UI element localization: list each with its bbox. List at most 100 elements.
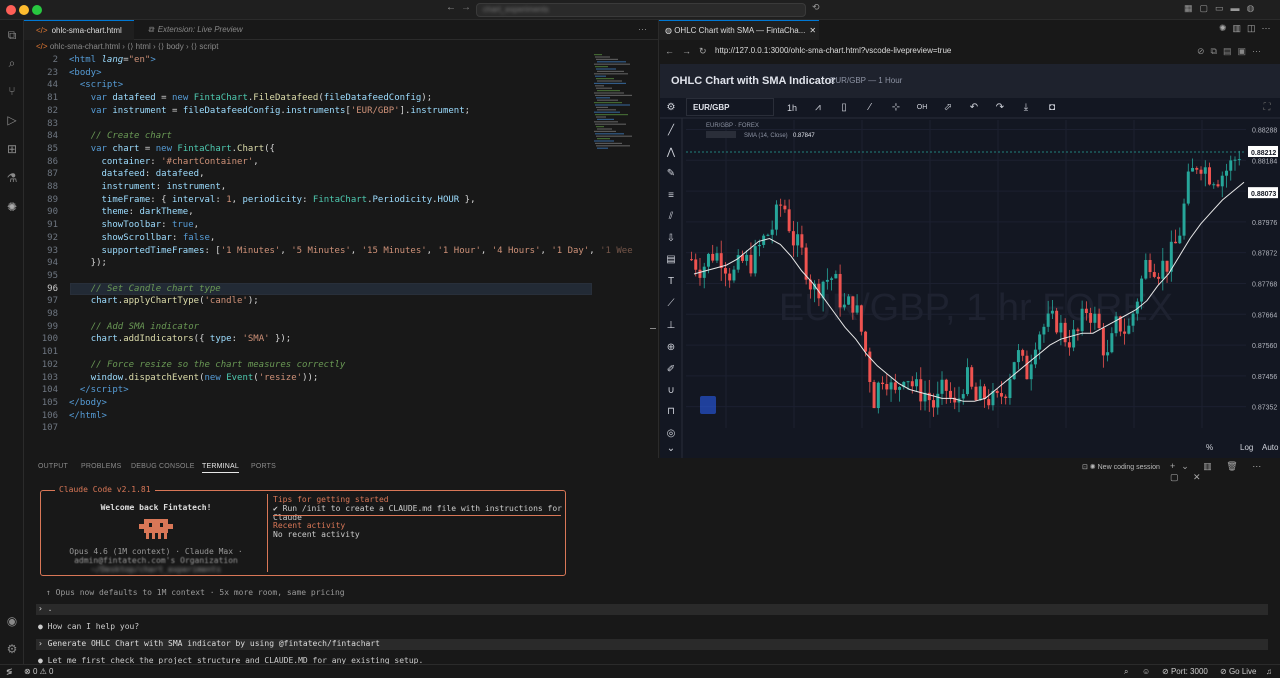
minimize-window-button[interactable]: [19, 5, 29, 15]
candle-body: [1123, 331, 1127, 334]
code-editor[interactable]: 2 23 44 81 82 83 84 85 86 87 88 89 90 91 92 93 94 95 96 97 9…: [24, 54, 658, 454]
tab-ports[interactable]: PORTS: [251, 463, 276, 470]
close-window-button[interactable]: [6, 5, 16, 15]
symbol-search[interactable]: EUR/GBP: [686, 98, 774, 116]
code-line: window.dispatchEvent(new Event('resize')…: [90, 372, 319, 383]
scale-button-auto[interactable]: Auto: [1262, 443, 1279, 452]
terminal[interactable]: Claude Code v2.1.81 Welcome back Fintate…: [24, 476, 1280, 665]
zoom-window-button[interactable]: [32, 5, 42, 15]
candle-body: [1084, 308, 1088, 314]
source-control-icon[interactable]: ⑂: [5, 84, 19, 98]
notifications-icon[interactable]: ♫: [1266, 667, 1272, 676]
note-icon[interactable]: ▤: [664, 253, 678, 267]
lock-icon[interactable]: ⊓: [664, 405, 678, 419]
minimap[interactable]: [592, 54, 640, 154]
candlestick-chart[interactable]: EUR/GBP, 1 hr FOREX 0.88288 0.88184 0.87976…: [660, 98, 1280, 458]
explorer-icon[interactable]: ⧉: [5, 28, 19, 42]
go-live-button[interactable]: ⊘ Go Live: [1220, 667, 1257, 676]
layout-controls[interactable]: ▦▢▭▬◍: [1184, 3, 1276, 15]
hide-icon[interactable]: ◎: [664, 427, 678, 441]
settings-gear-icon[interactable]: ⚙: [5, 642, 19, 656]
breadcrumb-file[interactable]: ohlc-sma-chart.html: [50, 42, 120, 51]
tab-problems[interactable]: PROBLEMS: [81, 463, 122, 470]
trendline-icon[interactable]: ╱: [664, 124, 678, 138]
more-actions-icon[interactable]: ⋯: [638, 24, 647, 35]
preview-tab-actions[interactable]: ✺▥◫⋯: [1219, 23, 1277, 34]
measure-icon[interactable]: ⊥: [664, 319, 678, 333]
breadcrumb-script[interactable]: script: [199, 42, 218, 51]
y-axis-label: 0.87352: [1252, 405, 1277, 412]
breadcrumb-html[interactable]: html: [136, 42, 151, 51]
recent-title: Recent activity: [273, 521, 346, 530]
cursor-icon[interactable]: ⬀: [941, 101, 955, 115]
breadcrumb-body[interactable]: body: [166, 42, 183, 51]
nav-buttons[interactable]: ←→↻: [665, 46, 715, 57]
candle-body: [1237, 159, 1241, 161]
candle-body: [1203, 167, 1207, 174]
camera-icon[interactable]: ◘: [1045, 101, 1059, 115]
y-axis-label: 0.87976: [1252, 220, 1277, 227]
copilot-icon[interactable]: ⟲: [812, 2, 820, 13]
undo-icon[interactable]: ↶: [967, 101, 981, 115]
tab-terminal[interactable]: TERMINAL: [202, 463, 239, 473]
extension-icon: ⧉: [148, 25, 154, 34]
claude-icon[interactable]: ✺: [5, 200, 19, 214]
close-tab-icon[interactable]: ✕: [809, 26, 816, 35]
candle-body: [1174, 241, 1178, 244]
code-line: </html>: [69, 410, 107, 421]
chart-type-icon[interactable]: ⩘: [811, 101, 825, 115]
scale-button-percent[interactable]: %: [1206, 443, 1213, 452]
tab-live-preview[interactable]: ◍ OHLC Chart with SMA — FintaCha... ✕: [659, 20, 819, 40]
line-number: 105: [41, 397, 58, 408]
candle-body: [1114, 316, 1118, 334]
search-icon[interactable]: ⌕: [5, 56, 19, 70]
zoom-in-icon[interactable]: ⊕: [664, 341, 678, 355]
candle-body: [982, 386, 986, 400]
ohlc-icon[interactable]: OH: [915, 101, 929, 115]
new-session-button[interactable]: ⊡ ✺ New coding session: [1082, 463, 1160, 471]
save-icon[interactable]: ⤓: [1019, 101, 1033, 115]
brush-icon[interactable]: ✎: [664, 167, 678, 181]
chevron-down-icon[interactable]: ⌄: [664, 442, 678, 456]
account-icon[interactable]: ◉: [5, 614, 19, 628]
extensions-icon[interactable]: ⊞: [5, 142, 19, 156]
problems-indicator[interactable]: ⊗ 0 ⚠ 0: [24, 667, 53, 676]
line-number: 103: [41, 372, 58, 383]
copilot-status-icon[interactable]: ☺: [1142, 667, 1150, 676]
globe-icon: ◍: [665, 26, 675, 35]
warning-count: 0: [49, 667, 54, 676]
address-bar[interactable]: http://127.0.0.1:3000/ohlc-sma-chart.htm…: [715, 44, 1195, 58]
port-status[interactable]: ⊘ Port: 3000: [1162, 667, 1208, 676]
address-actions[interactable]: ⊘⧉▤▣⋯: [1197, 46, 1267, 57]
forward-arrow-icon[interactable]: →: [461, 2, 471, 13]
line-number: 98: [47, 309, 58, 319]
text-icon[interactable]: T: [664, 275, 678, 289]
zoom-status-icon[interactable]: ⌕: [1124, 667, 1128, 677]
remote-icon[interactable]: ≶: [6, 667, 13, 676]
run-debug-icon[interactable]: ▷: [5, 113, 19, 127]
channel-icon[interactable]: ⫽: [664, 210, 678, 224]
redo-icon[interactable]: ↷: [993, 101, 1007, 115]
tab-debug-console[interactable]: DEBUG CONSOLE: [131, 463, 195, 470]
tab-output[interactable]: OUTPUT: [38, 463, 68, 470]
pattern-icon[interactable]: ⋀: [664, 146, 678, 160]
magnet-icon[interactable]: ∪: [664, 384, 678, 398]
back-arrow-icon[interactable]: ←: [446, 2, 456, 13]
crosshair-icon[interactable]: ⊹: [889, 101, 903, 115]
candle-body: [1182, 203, 1186, 236]
command-center-search[interactable]: chart_experiments: [476, 3, 806, 17]
fib-icon[interactable]: ≡: [664, 189, 678, 203]
fullscreen-icon[interactable]: ⛶: [1260, 101, 1274, 115]
code-line: supportedTimeFrames: ['1 Minutes', '5 Mi…: [101, 245, 633, 256]
timeframe-button[interactable]: 1h: [784, 101, 800, 115]
pencil-icon[interactable]: ✐: [664, 363, 678, 377]
tab-ohlc-sma-chart[interactable]: </> ohlc-sma-chart.html: [24, 20, 134, 40]
ruler-icon[interactable]: ⟋: [664, 297, 678, 311]
scale-button-log[interactable]: Log: [1240, 443, 1253, 452]
chart-settings-icon[interactable]: ⚙: [664, 101, 678, 115]
candles-icon[interactable]: ▯: [837, 101, 851, 115]
testing-icon[interactable]: ⚗: [5, 171, 19, 185]
arrow-down-icon[interactable]: ⇩: [664, 232, 678, 246]
tab-live-preview-extension[interactable]: ⧉ Extension: Live Preview: [136, 20, 266, 40]
indicators-icon[interactable]: ⁄: [863, 101, 877, 115]
